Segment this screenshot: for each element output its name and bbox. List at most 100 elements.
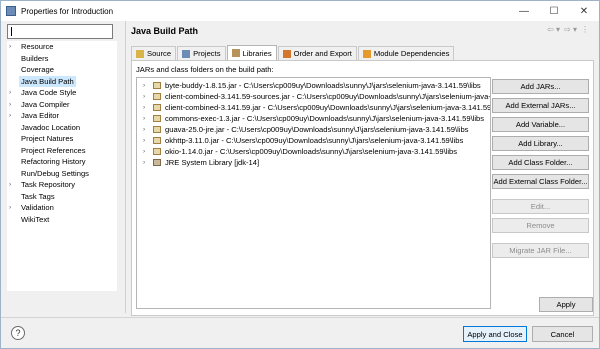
entry-label: guava-25.0-jre.jar - C:\Users\cp009uy\Do… xyxy=(165,125,469,134)
edit-button[interactable]: Edit... xyxy=(492,199,589,214)
tab-projects[interactable]: Projects xyxy=(177,46,226,60)
add-library-button[interactable]: Add Library... xyxy=(492,136,589,151)
expand-arrow-icon[interactable]: › xyxy=(143,102,145,113)
nav-item-task-repository[interactable]: › Task Repository xyxy=(7,179,117,190)
tab-source[interactable]: Source xyxy=(131,46,177,60)
apply-and-close-button[interactable]: Apply and Close xyxy=(463,326,527,342)
entry-label: okhttp-3.11.0.jar - C:\Users\cp009uy\Dow… xyxy=(165,136,464,145)
nav-item-label: Run/Debug Settings xyxy=(21,168,89,178)
jar-file-icon xyxy=(153,115,161,122)
expand-arrow-icon[interactable]: › xyxy=(143,91,145,102)
nav-item-label: Refactoring History xyxy=(21,157,86,166)
expand-arrow-icon[interactable]: › xyxy=(9,110,11,121)
apply-button[interactable]: Apply xyxy=(539,297,593,312)
tab-libraries[interactable]: Libraries xyxy=(226,45,277,60)
jar-entry[interactable]: › client-combined-3.141.59.jar - C:\Users… xyxy=(137,102,490,113)
build-path-tabs: Source Projects Libraries Order and Export M… xyxy=(131,45,455,60)
properties-dialog: Properties for Introduction — ☐ ✕ › Resou… xyxy=(0,0,600,349)
expand-arrow-icon[interactable]: › xyxy=(143,80,145,91)
nav-item-java-build-path[interactable]: Java Build Path xyxy=(7,75,117,87)
add-external-class-folder-button[interactable]: Add External Class Folder... xyxy=(492,174,589,189)
nav-item-project-references[interactable]: Project References xyxy=(7,145,117,156)
nav-item-resource[interactable]: › Resource xyxy=(7,41,117,52)
nav-item-wikitext[interactable]: WikiText xyxy=(7,214,117,225)
nav-item-java-compiler[interactable]: › Java Compiler xyxy=(7,99,117,110)
property-page-tree: › Resource Builders Coverage Java Build Path… xyxy=(7,41,117,291)
forward-arrow-icon[interactable]: ⇨ ▾ xyxy=(564,25,577,34)
tab-label: Libraries xyxy=(242,48,272,58)
jar-entry[interactable]: › commons-exec-1.3.jar - C:\Users\cp009uy… xyxy=(137,113,490,124)
jar-entry[interactable]: › guava-25.0-jre.jar - C:\Users\cp009uy\D… xyxy=(137,124,490,135)
source-folder-icon xyxy=(136,49,144,58)
back-arrow-icon[interactable]: ⇦ ▾ xyxy=(547,25,560,34)
expand-arrow-icon[interactable]: › xyxy=(9,41,11,52)
expand-arrow-icon[interactable]: › xyxy=(9,87,11,98)
tab-label: Source xyxy=(147,49,172,58)
expand-arrow-icon[interactable]: › xyxy=(143,157,145,168)
order-export-icon xyxy=(282,49,291,58)
text-caret xyxy=(11,27,12,36)
nav-item-task-tags[interactable]: Task Tags xyxy=(7,191,117,202)
nav-item-validation[interactable]: › Validation xyxy=(7,202,117,213)
nav-item-builders[interactable]: Builders xyxy=(7,53,117,64)
minimize-button[interactable]: — xyxy=(509,1,539,21)
library-entry[interactable]: › JRE System Library [jdk-14] xyxy=(137,157,490,168)
nav-item-project-natures[interactable]: Project Natures xyxy=(7,133,117,144)
nav-item-java-editor[interactable]: › Java Editor xyxy=(7,110,117,121)
add-class-folder-button[interactable]: Add Class Folder... xyxy=(492,155,589,170)
nav-item-label: Builders xyxy=(21,53,49,63)
jar-entry[interactable]: › client-combined-3.141.59-sources.jar - … xyxy=(137,91,490,102)
entry-label: JRE System Library [jdk-14] xyxy=(165,158,260,167)
expand-arrow-icon[interactable]: › xyxy=(143,113,145,124)
app-icon xyxy=(6,6,16,16)
nav-item-run-debug-settings[interactable]: Run/Debug Settings xyxy=(7,168,117,179)
jar-file-icon xyxy=(153,137,161,144)
expand-arrow-icon[interactable]: › xyxy=(9,99,11,110)
view-menu-icon[interactable]: ⋮ xyxy=(581,25,589,34)
filter-input[interactable] xyxy=(7,24,113,39)
nav-item-refactoring-history[interactable]: Refactoring History xyxy=(7,156,117,167)
nav-item-label: Java Build Path xyxy=(19,75,76,87)
libraries-tree: › byte-buddy-1.8.15.jar - C:\Users\cp009u… xyxy=(136,77,491,309)
nav-item-javadoc-location[interactable]: Javadoc Location xyxy=(7,122,117,133)
maximize-button[interactable]: ☐ xyxy=(539,1,569,21)
jar-entry[interactable]: › okhttp-3.11.0.jar - C:\Users\cp009uy\Do… xyxy=(137,135,490,146)
expand-arrow-icon[interactable]: › xyxy=(143,146,145,157)
page-navigation: ⇦ ▾ ⇨ ▾ ⋮ xyxy=(547,25,589,34)
jar-file-icon xyxy=(153,82,161,89)
nav-item-label: Java Editor xyxy=(21,111,59,120)
expand-arrow-icon[interactable]: › xyxy=(9,202,11,213)
close-button[interactable]: ✕ xyxy=(569,1,599,21)
window-controls: — ☐ ✕ xyxy=(509,1,599,21)
sash-divider[interactable] xyxy=(125,21,126,313)
tab-module-dependencies[interactable]: Module Dependencies xyxy=(357,46,455,60)
nav-item-label: Project References xyxy=(21,145,86,155)
jar-file-icon xyxy=(153,148,161,155)
expand-arrow-icon[interactable]: › xyxy=(143,124,145,135)
module-dependencies-icon xyxy=(362,49,371,58)
nav-item-coverage[interactable]: Coverage xyxy=(7,64,117,75)
add-external-jars-button[interactable]: Add External JARs... xyxy=(492,98,589,113)
nav-item-label: Coverage xyxy=(21,65,54,74)
help-icon[interactable]: ? xyxy=(11,326,25,340)
libraries-icon xyxy=(231,49,240,57)
expand-arrow-icon[interactable]: › xyxy=(9,179,11,190)
jar-entry[interactable]: › okio-1.14.0.jar - C:\Users\cp009uy\Down… xyxy=(137,146,490,157)
nav-item-label: Java Code Style xyxy=(21,88,77,97)
migrate-jar-button[interactable]: Migrate JAR File... xyxy=(492,243,589,258)
jar-file-icon xyxy=(153,93,161,100)
page-title: Java Build Path xyxy=(131,26,199,36)
nav-item-java-code-style[interactable]: › Java Code Style xyxy=(7,87,117,98)
footer-separator xyxy=(1,317,599,318)
add-jars-button[interactable]: Add JARs... xyxy=(492,79,589,94)
jar-entry[interactable]: › byte-buddy-1.8.15.jar - C:\Users\cp009u… xyxy=(137,80,490,91)
tab-order-and-export[interactable]: Order and Export xyxy=(277,46,357,60)
add-variable-button[interactable]: Add Variable... xyxy=(492,117,589,132)
nav-item-label: Javadoc Location xyxy=(21,122,81,132)
nav-item-label: Resource xyxy=(21,42,54,51)
jar-file-icon xyxy=(153,104,161,111)
remove-button[interactable]: Remove xyxy=(492,218,589,233)
cancel-button[interactable]: Cancel xyxy=(532,326,593,342)
nav-item-label: Project Natures xyxy=(21,134,74,143)
expand-arrow-icon[interactable]: › xyxy=(143,135,145,146)
